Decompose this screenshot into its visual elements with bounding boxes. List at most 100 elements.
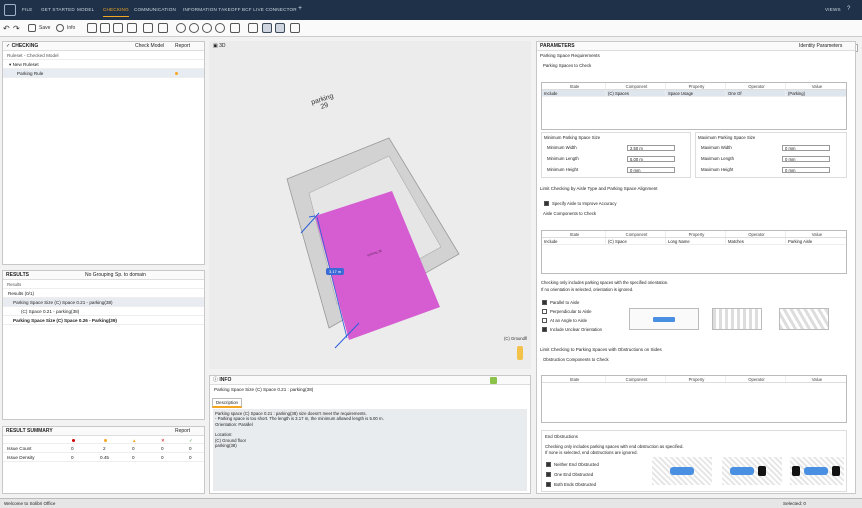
one-end-checkbox[interactable]	[546, 472, 551, 477]
3d-view[interactable]: ▣ 3D parking 29 parking 38 3.17 m (C) Gro…	[209, 41, 531, 369]
rotate-icon[interactable]	[248, 23, 258, 33]
col-property: Property	[666, 83, 726, 89]
redo-icon[interactable]: ↷	[13, 23, 20, 34]
ruleset-row[interactable]: ▾ New Ruleset	[3, 60, 204, 69]
hand-icon[interactable]	[290, 23, 300, 33]
cell-value[interactable]: Parking Aisle	[786, 238, 846, 244]
parallel-checkbox[interactable]	[542, 300, 547, 305]
selection-icon[interactable]	[113, 23, 123, 33]
cell-state[interactable]: Include	[542, 238, 606, 244]
perpendicular-checkbox[interactable]	[542, 309, 547, 314]
measurement-tag: 3.17 m	[326, 268, 345, 275]
spaces-table-row[interactable]: Include (C) Spaces Space Usage One Of (P…	[542, 90, 846, 97]
min-width-input[interactable]: 2.50 m	[627, 145, 675, 151]
result-row[interactable]: Parking Space Size (C) Space 0.21 - park…	[3, 298, 204, 307]
min-height-input[interactable]: 0 mm	[627, 167, 675, 173]
col-component: Component	[606, 376, 666, 382]
walk-icon[interactable]	[275, 23, 285, 33]
rule-row[interactable]: Parking Rule	[3, 69, 204, 78]
info-line: parking(38)	[215, 443, 237, 449]
neither-end-checkbox[interactable]	[546, 462, 551, 467]
min-length-label: Minimum Length	[547, 156, 579, 161]
info-toggle-icon[interactable]	[490, 377, 497, 384]
cell-value[interactable]: (Parking)	[786, 90, 846, 96]
tab-file[interactable]: FILE	[22, 7, 33, 12]
aisle-table-row[interactable]: Include (C) Space Long Name Matches Park…	[542, 238, 846, 245]
max-height-input[interactable]: 0 mm	[782, 167, 830, 173]
storey-slider-icon[interactable]	[517, 346, 523, 360]
grouping-select[interactable]: No Grouping	[85, 271, 113, 280]
result-row-2[interactable]: Parking Space Size (C) Space 0.26 - Park…	[3, 316, 204, 325]
max-length-input[interactable]: 0 mm	[782, 156, 830, 162]
critical-icon	[72, 439, 75, 442]
tab-checking[interactable]: CHECKING	[103, 7, 129, 17]
cell-component[interactable]: (C) Spaces	[606, 90, 666, 96]
col-component: Component	[606, 231, 666, 237]
add-tab-icon[interactable]: +	[298, 5, 302, 12]
status-bar: Welcome to Solibri Office Selected: 0	[0, 498, 862, 508]
save-icon[interactable]	[28, 24, 36, 32]
col-state: State	[542, 376, 606, 382]
3d-scene[interactable]	[209, 41, 531, 369]
summary-report-button[interactable]: Report	[175, 427, 190, 436]
checking-title: CHECKING	[11, 43, 39, 49]
fly-icon[interactable]	[262, 23, 272, 33]
cell-property[interactable]: Long Name	[666, 238, 726, 244]
cell-operator[interactable]: One Of	[726, 90, 786, 96]
spaces-to-check-label: Parking Spaces to Check	[543, 63, 592, 68]
tab-get-started[interactable]: GET STARTED	[41, 7, 75, 12]
zoom-selected-icon[interactable]	[215, 23, 225, 33]
info-button[interactable]: Info	[67, 23, 75, 34]
tab-model[interactable]: MODEL	[77, 7, 94, 12]
summary-icon-row: ▲ ✕ ✓	[3, 436, 204, 444]
app-logo-icon[interactable]	[4, 4, 16, 16]
save-button[interactable]: Save	[39, 23, 50, 34]
tab-bcf-live-connector[interactable]: BCF LIVE CONNECTOR	[242, 7, 297, 12]
identity-parameters-button[interactable]: Identity Parameters	[799, 42, 842, 51]
model-tree-icon[interactable]	[87, 23, 97, 33]
layout-icon[interactable]	[127, 23, 137, 33]
aisle-table-header: State Component Property Operator Value	[542, 231, 846, 238]
report-button[interactable]: Report	[175, 42, 190, 51]
angle-checkbox[interactable]	[542, 318, 547, 323]
zoom-in-icon[interactable]	[189, 23, 199, 33]
info-panel: ⓘ INFO Parking Space Size (C) Space 0.21…	[209, 375, 531, 494]
filter-icon[interactable]	[100, 23, 110, 33]
issue-count-low: 0	[132, 446, 135, 451]
specify-aisle-label: Specify Aisle to Improve Accuracy	[552, 201, 617, 206]
cube-icon[interactable]	[143, 23, 153, 33]
main-toolbar: ↶ ↷ Save Info Search	[0, 20, 862, 52]
cell-operator[interactable]: Matches	[726, 238, 786, 244]
undo-icon[interactable]: ↶	[3, 23, 10, 34]
end-obstructions-title: End Obstructions	[545, 434, 578, 439]
cell-state[interactable]: Include	[542, 90, 606, 96]
cell-property[interactable]: Space Usage	[666, 90, 726, 96]
help-icon[interactable]: ?	[847, 6, 851, 12]
col-state: State	[542, 231, 606, 237]
specify-aisle-checkbox[interactable]	[544, 201, 549, 206]
measure-icon[interactable]	[230, 23, 240, 33]
aisle-note-1: Checking only includes parking spaces wi…	[541, 280, 669, 285]
zoom-fit-icon[interactable]	[176, 23, 186, 33]
sort-select[interactable]: Sp. to domain	[115, 271, 146, 280]
max-length-label: Maximum Length	[701, 156, 734, 161]
max-width-input[interactable]: 0 mm	[782, 145, 830, 151]
storey-label: (C) Groundfl	[504, 336, 528, 341]
tab-information-takeoff[interactable]: INFORMATION TAKEOFF	[183, 7, 241, 12]
min-size-section: Minimum Parking Space Size Minimum Width…	[541, 132, 691, 178]
tab-communication[interactable]: COMMUNICATION	[134, 7, 176, 12]
col-value: Value	[811, 232, 823, 237]
unclear-orientation-checkbox[interactable]	[542, 327, 547, 332]
zoom-out-icon[interactable]	[202, 23, 212, 33]
ruleset-label: Ruleset - Checked Model	[3, 51, 204, 60]
result-sub-row[interactable]: (C) Space 0.21 - parking(38)	[3, 307, 204, 316]
results-root-row[interactable]: Results (0/1)	[3, 289, 204, 298]
views-menu[interactable]: VIEWS	[825, 7, 841, 12]
both-ends-checkbox[interactable]	[546, 482, 551, 487]
check-model-button[interactable]: Check Model	[135, 42, 164, 51]
perspective-icon[interactable]	[158, 23, 168, 33]
tab-description[interactable]: Description	[212, 398, 242, 408]
info-icon[interactable]	[56, 24, 64, 32]
min-length-input[interactable]: 5.00 m	[627, 156, 675, 162]
cell-component[interactable]: (C) Space	[606, 238, 666, 244]
